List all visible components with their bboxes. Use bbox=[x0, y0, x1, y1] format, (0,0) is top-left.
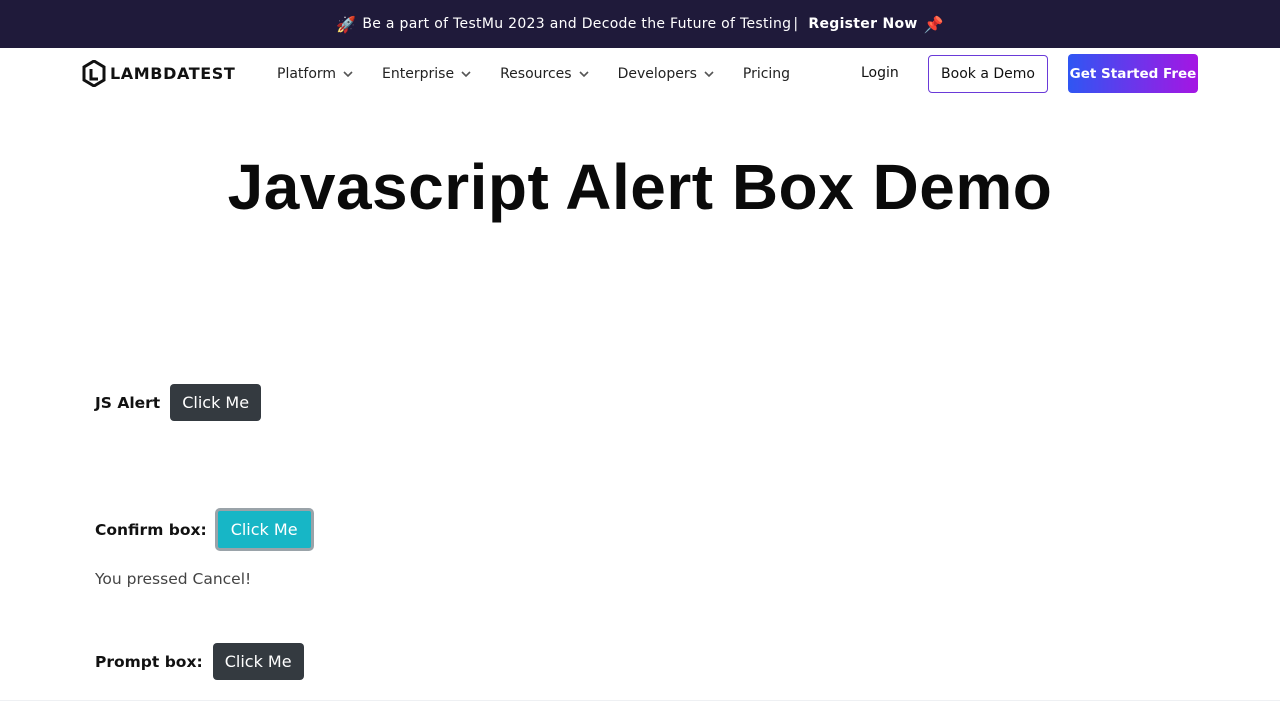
nav-menu: Platform Enterprise Resources Developers… bbox=[277, 48, 818, 100]
logo-text: LAMBDATEST bbox=[110, 64, 236, 83]
nav-item-resources[interactable]: Resources bbox=[500, 66, 590, 82]
confirm-result-text: You pressed Cancel! bbox=[95, 570, 252, 588]
chevron-down-icon bbox=[342, 68, 354, 80]
nav-item-label: Resources bbox=[500, 66, 572, 82]
prompt-box-row: Prompt box: Click Me bbox=[95, 643, 304, 680]
confirm-box-button[interactable]: Click Me bbox=[214, 508, 314, 551]
confirm-box-label: Confirm box: bbox=[95, 520, 207, 539]
get-started-button[interactable]: Get Started Free bbox=[1068, 54, 1198, 93]
nav-item-enterprise[interactable]: Enterprise bbox=[382, 66, 472, 82]
chevron-down-icon bbox=[460, 68, 472, 80]
nav-item-pricing[interactable]: Pricing bbox=[743, 66, 790, 82]
prompt-box-button[interactable]: Click Me bbox=[212, 643, 304, 680]
chevron-down-icon bbox=[578, 68, 590, 80]
pin-icon: 📌 bbox=[923, 14, 944, 34]
lambdatest-logo-icon bbox=[82, 60, 106, 87]
rocket-icon: 🚀 bbox=[336, 14, 357, 34]
nav-item-label: Platform bbox=[277, 66, 337, 82]
js-alert-button[interactable]: Click Me bbox=[170, 384, 262, 421]
nav-item-label: Pricing bbox=[742, 66, 791, 82]
nav-item-label: Enterprise bbox=[382, 66, 455, 82]
section-divider bbox=[0, 700, 1280, 701]
prompt-box-label: Prompt box: bbox=[95, 652, 203, 671]
page-title: Javascript Alert Box Demo bbox=[227, 151, 1053, 223]
nav-item-platform[interactable]: Platform bbox=[277, 66, 354, 82]
confirm-box-row: Confirm box: Click Me bbox=[95, 508, 314, 551]
nav-item-developers[interactable]: Developers bbox=[618, 66, 715, 82]
nav-item-label: Developers bbox=[617, 66, 697, 82]
main-nav: LAMBDATEST Platform Enterprise Resources… bbox=[0, 48, 1280, 100]
logo[interactable]: LAMBDATEST bbox=[82, 60, 235, 87]
register-now-link[interactable]: Register Now bbox=[808, 16, 917, 32]
chevron-down-icon bbox=[703, 68, 715, 80]
login-link[interactable]: Login bbox=[861, 65, 899, 81]
book-demo-button[interactable]: Book a Demo bbox=[928, 55, 1048, 93]
banner-text: Be a part of TestMu 2023 and Decode the … bbox=[362, 16, 792, 32]
promo-banner: 🚀 Be a part of TestMu 2023 and Decode th… bbox=[0, 0, 1280, 48]
js-alert-row: JS Alert Click Me bbox=[95, 384, 262, 421]
banner-separator: | bbox=[793, 16, 799, 32]
js-alert-label: JS Alert bbox=[95, 393, 161, 412]
